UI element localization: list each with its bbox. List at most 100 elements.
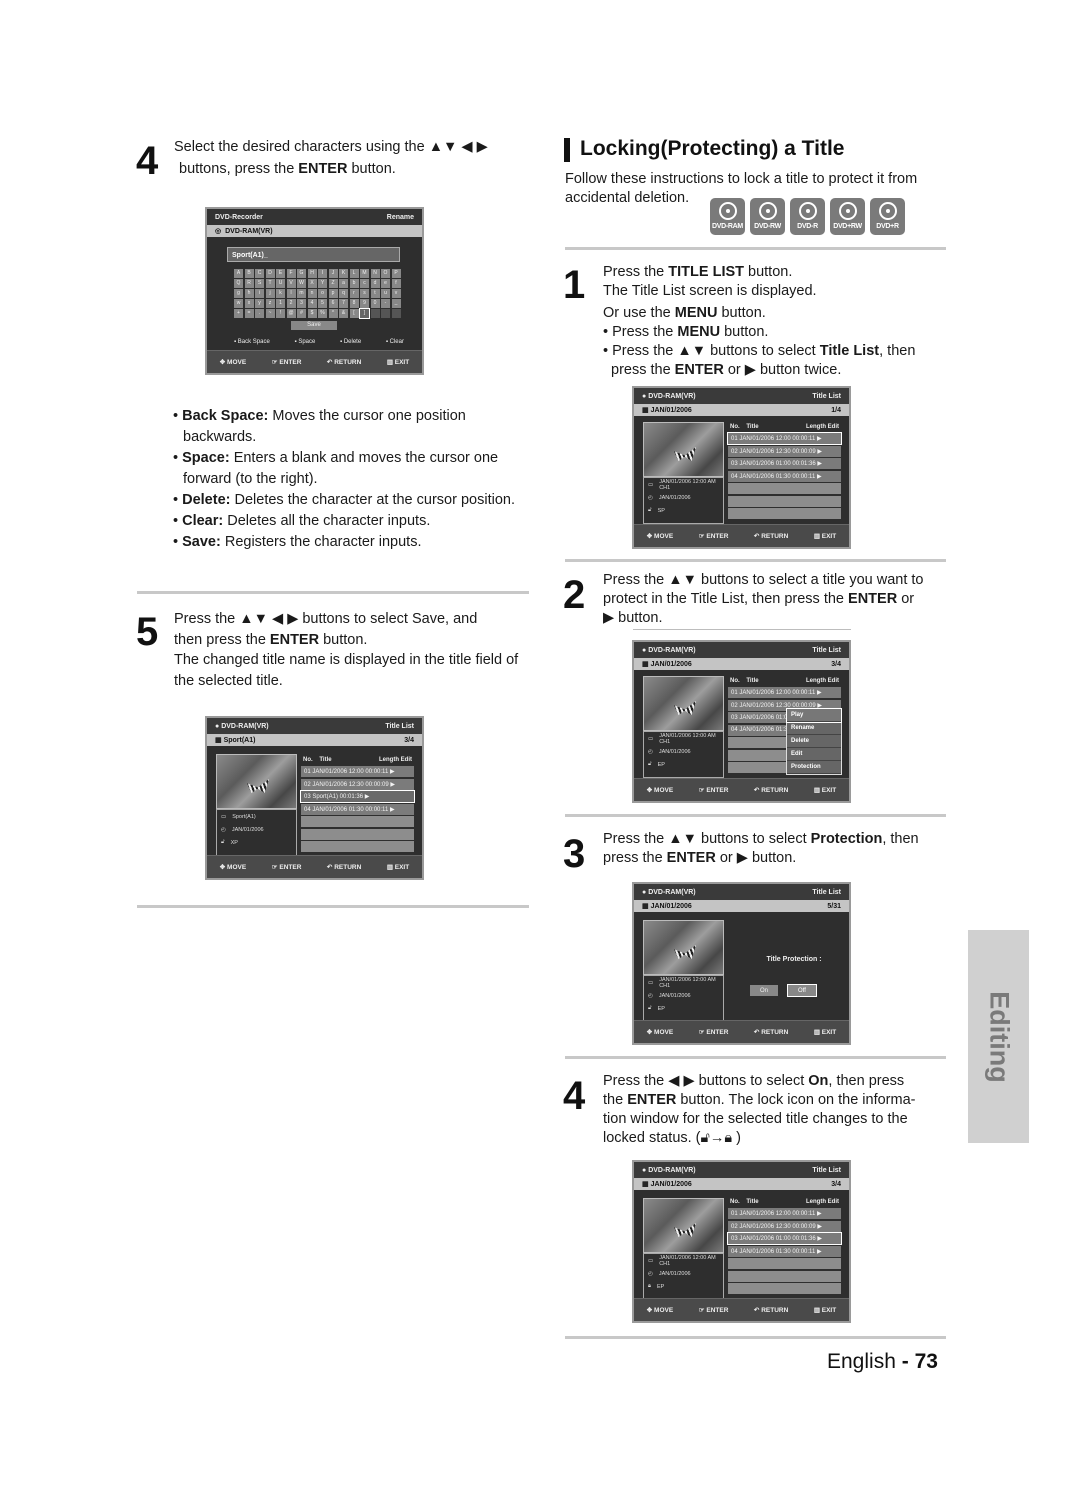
keyboard-key[interactable]: ^: [328, 309, 338, 318]
keyboard-key[interactable]: m: [297, 289, 306, 298]
keyboard-key[interactable]: $: [307, 309, 317, 318]
keyboard-key[interactable]: W: [297, 279, 306, 288]
keyboard-key[interactable]: +: [234, 309, 243, 318]
table-row[interactable]: 01 JAN/01/2006 12:00 00:00:11 ▶: [728, 687, 841, 698]
keyboard-key[interactable]: 3: [297, 299, 306, 308]
keyboard-key[interactable]: U: [276, 279, 285, 288]
keyboard-key[interactable]: B: [244, 269, 254, 278]
keyboard-key[interactable]: I: [318, 269, 327, 278]
keyboard-key[interactable]: z: [265, 299, 275, 308]
keyboard-key[interactable]: 8: [349, 299, 359, 308]
keyboard-key[interactable]: 9: [360, 299, 369, 308]
keyboard-key[interactable]: w: [234, 299, 243, 308]
keyboard-key[interactable]: J: [328, 269, 338, 278]
keyboard-key[interactable]: d: [370, 279, 380, 288]
keyboard-key[interactable]: G: [297, 269, 306, 278]
on-button[interactable]: On: [750, 985, 778, 996]
keyboard-key[interactable]: f: [391, 279, 401, 288]
keyboard-key[interactable]: j: [265, 289, 275, 298]
keyboard-key[interactable]: M: [360, 269, 369, 278]
keyboard-key[interactable]: -: [381, 299, 390, 308]
keyboard-key[interactable]: b: [349, 279, 359, 288]
keyboard-key[interactable]: 6: [328, 299, 338, 308]
keyboard-key[interactable]: S: [255, 279, 264, 288]
keyboard-key[interactable]: Q: [234, 279, 243, 288]
keyboard-key[interactable]: ~: [265, 309, 275, 318]
table-row-selected[interactable]: 01 JAN/01/2006 12:00 00:00:11 ▶: [727, 432, 842, 445]
keyboard-key[interactable]: h: [244, 289, 254, 298]
keyboard-key[interactable]: O: [381, 269, 390, 278]
keyboard-key[interactable]: 2: [286, 299, 296, 308]
save-button[interactable]: Save: [291, 321, 337, 330]
keyboard-key[interactable]: C: [255, 269, 264, 278]
table-row[interactable]: 02 JAN/01/2006 12:30 00:00:09 ▶: [728, 1220, 841, 1232]
keyboard-key[interactable]: [: [349, 309, 359, 318]
keyboard-key[interactable]: N: [370, 269, 380, 278]
keyboard-key[interactable]: %: [318, 309, 327, 318]
keyboard-key[interactable]: a: [339, 279, 348, 288]
keyboard-key[interactable]: y: [255, 299, 264, 308]
table-row-selected[interactable]: 03 Sport(A1) 00:01:36 ▶: [300, 790, 415, 803]
keyboard-key[interactable]: u: [381, 289, 390, 298]
keyboard-key[interactable]: &: [339, 309, 348, 318]
keyboard-key[interactable]: k: [276, 289, 285, 298]
keyboard-key[interactable]: T: [265, 279, 275, 288]
off-button[interactable]: Off: [787, 984, 817, 997]
keyboard-key[interactable]: t: [370, 289, 380, 298]
keyboard-key[interactable]: .: [255, 309, 264, 318]
keyboard-key[interactable]: l: [286, 289, 296, 298]
keyboard-key[interactable]: 4: [307, 299, 317, 308]
keyboard-key[interactable]: Y: [318, 279, 327, 288]
keyboard-key[interactable]: =: [244, 309, 254, 318]
table-row[interactable]: 03 JAN/01/2006 01:00 00:01:36 ▶: [728, 458, 841, 469]
table-row[interactable]: 04 JAN/01/2006 01:30 00:00:11 ▶: [728, 470, 841, 482]
keyboard-key[interactable]: g: [234, 289, 243, 298]
keyboard-key[interactable]: 5: [318, 299, 327, 308]
keyboard-key[interactable]: r: [349, 289, 359, 298]
table-row[interactable]: 01 JAN/01/2006 12:00 00:00:11 ▶: [728, 1208, 841, 1219]
table-row[interactable]: 01 JAN/01/2006 12:00 00:00:11 ▶: [301, 766, 414, 777]
table-row[interactable]: 02 JAN/01/2006 12:30 00:00:09 ▶: [728, 445, 841, 457]
table-row-selected[interactable]: 03 JAN/01/2006 01:00 00:01:36 ▶: [727, 1232, 842, 1245]
delete-key[interactable]: ▪ Delete: [340, 339, 361, 345]
keyboard-key[interactable]: !: [276, 309, 285, 318]
menu-item-edit[interactable]: Edit: [787, 748, 841, 761]
table-row[interactable]: 04 JAN/01/2006 01:30 00:00:11 ▶: [728, 1245, 841, 1257]
keyboard-key[interactable]: ]: [359, 308, 370, 319]
keyboard-key[interactable]: K: [339, 269, 348, 278]
keyboard-key[interactable]: 0: [370, 299, 380, 308]
menu-item-play[interactable]: Play: [786, 708, 842, 723]
keyboard-key[interactable]: #: [297, 309, 306, 318]
keyboard-key[interactable]: X: [307, 279, 317, 288]
keyboard-key[interactable]: q: [339, 289, 348, 298]
space-key[interactable]: ▪ Space: [295, 339, 316, 345]
clear-key[interactable]: ▪ Clear: [386, 339, 404, 345]
keyboard-key[interactable]: P: [391, 269, 401, 278]
keyboard-key[interactable]: x: [244, 299, 254, 308]
keyboard-key[interactable]: p: [328, 289, 338, 298]
keyboard-key[interactable]: c: [360, 279, 369, 288]
keyboard-key[interactable]: D: [265, 269, 275, 278]
menu-item-rename[interactable]: Rename: [787, 722, 841, 735]
keyboard-key[interactable]: e: [381, 279, 390, 288]
menu-item-protection[interactable]: Protection: [787, 761, 841, 774]
keyboard-key[interactable]: 1: [276, 299, 285, 308]
backspace-key[interactable]: ▪ Back Space: [234, 339, 270, 345]
keyboard-key[interactable]: A: [234, 269, 243, 278]
keyboard-key[interactable]: F: [286, 269, 296, 278]
menu-item-delete[interactable]: Delete: [787, 735, 841, 748]
title-input[interactable]: Sport(A1)_: [227, 247, 400, 262]
keyboard-key[interactable]: _: [391, 299, 401, 308]
keyboard-key[interactable]: s: [360, 289, 369, 298]
keyboard-key[interactable]: n: [307, 289, 317, 298]
keyboard-key[interactable]: L: [349, 269, 359, 278]
keyboard-key[interactable]: o: [318, 289, 327, 298]
keyboard-key[interactable]: E: [276, 269, 285, 278]
table-row[interactable]: 02 JAN/01/2006 12:30 00:00:09 ▶: [301, 778, 414, 790]
table-row[interactable]: 04 JAN/01/2006 01:30 00:00:11 ▶: [301, 803, 414, 815]
keyboard-key[interactable]: V: [286, 279, 296, 288]
keyboard-key[interactable]: Z: [328, 279, 338, 288]
keyboard-key[interactable]: i: [255, 289, 264, 298]
keyboard-key[interactable]: H: [307, 269, 317, 278]
keyboard-key[interactable]: v: [391, 289, 401, 298]
